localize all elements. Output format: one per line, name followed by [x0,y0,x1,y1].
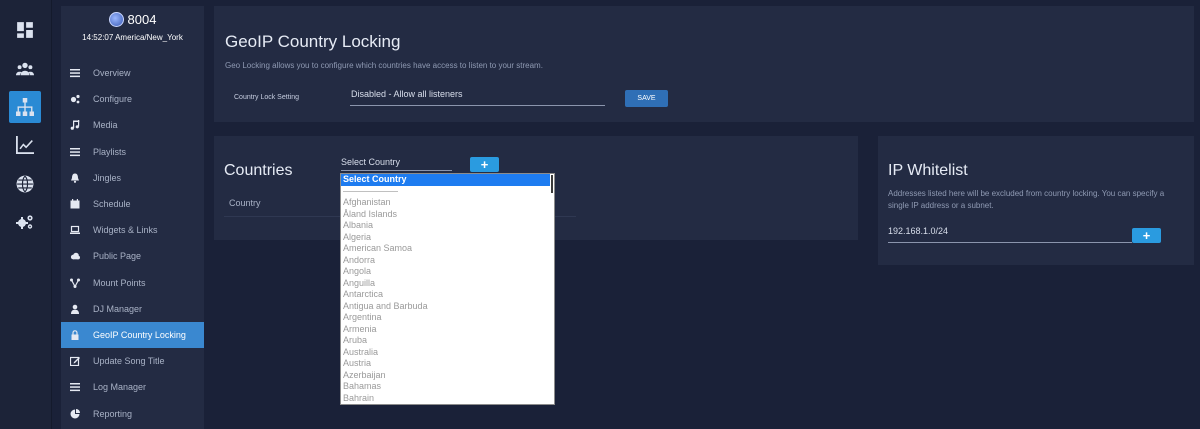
sidebar-item-label: Mount Points [93,277,146,288]
icon-rail [0,0,52,429]
country-dropdown-list[interactable]: Select Country Afghanistan Åland Islands… [340,173,555,405]
sidebar-item-label: Reporting [93,408,133,419]
sidebar-item-label: Jingles [93,172,122,183]
users-icon[interactable] [9,53,41,85]
station-header: 8004 14:52:07 America/New_York [61,12,204,42]
sidebar-item-geoip-country-locking[interactable]: GeoIP Country Locking [61,321,204,349]
sidebar-item-reporting[interactable]: Reporting [61,400,204,426]
sidebar-item-configure[interactable]: Configure [61,86,204,112]
sidebar-item-label: Widgets & Links [93,225,158,236]
geoip-settings-panel: GeoIP Country Locking Geo Locking allows… [214,6,1194,122]
country-column-header: Country [229,198,261,208]
ip-address-input[interactable]: 192.168.1.0/24 [888,226,1132,243]
list-icon [70,382,80,392]
dropdown-option[interactable]: Åland Islands [341,209,554,221]
countries-title: Countries [224,162,293,179]
user-icon [70,304,80,314]
edit-icon [70,356,80,367]
sidebar-item-mount-points[interactable]: Mount Points [61,270,204,296]
sidebar-item-playlists[interactable]: Playlists [61,139,204,165]
sidebar-item-media[interactable]: Media [61,112,204,138]
sidebar-item-label: Overview [93,68,131,79]
save-button[interactable]: SAVE [625,90,668,107]
list-icon [70,68,80,78]
dropdown-option[interactable]: Australia [341,347,554,359]
country-lock-setting-select[interactable]: Disabled - Allow all listeners [350,89,605,106]
sidebar-item-schedule[interactable]: Schedule [61,191,204,217]
page-description: Geo Locking allows you to configure whic… [225,61,543,70]
dropdown-option-selected[interactable]: Select Country [341,174,550,186]
sidebar: 8004 14:52:07 America/New_York Overview … [61,6,204,429]
add-country-button[interactable]: + [470,157,499,172]
ip-whitelist-description: Addresses listed here will be excluded f… [888,189,1165,210]
dropdown-option[interactable]: Algeria [341,232,554,244]
sidebar-item-log-manager[interactable]: Log Manager [61,374,204,400]
dropdown-option[interactable]: Afghanistan [341,197,554,209]
globe-icon[interactable] [9,168,41,200]
ip-whitelist-title: IP Whitelist [888,162,968,179]
sidebar-item-label: GeoIP Country Locking [93,329,186,340]
laptop-icon [70,225,80,235]
lock-icon [70,330,80,340]
dashboard-icon[interactable] [9,14,41,46]
sidebar-item-overview[interactable]: Overview [61,60,204,86]
country-lock-setting-label: Country Lock Setting [234,94,299,101]
sidebar-item-label: Schedule [93,199,131,210]
sidebar-item-widgets-links[interactable]: Widgets & Links [61,217,204,243]
music-icon [70,120,80,131]
ip-whitelist-panel: IP Whitelist Addresses listed here will … [878,136,1194,265]
sidebar-item-label: Update Song Title [93,356,165,367]
station-time: 14:52:07 America/New_York [82,33,183,42]
cloud-icon [70,251,80,261]
sidebar-item-public-page[interactable]: Public Page [61,243,204,269]
list-icon [70,147,80,157]
country-select[interactable]: Select Country [341,157,400,167]
add-ip-button[interactable]: + [1132,228,1161,243]
sidebar-item-update-song-title[interactable]: Update Song Title [61,348,204,374]
dropdown-option[interactable]: Bahrain [341,393,554,405]
cogs-icon[interactable] [9,206,41,238]
sidebar-item-dj-manager[interactable]: DJ Manager [61,296,204,322]
country-select-underline [341,170,452,171]
dropdown-option[interactable]: Azerbaijan [341,370,554,382]
sidebar-item-label: Playlists [93,146,127,157]
page-title: GeoIP Country Locking [225,32,401,51]
dropdown-option[interactable]: Albania [341,220,554,232]
dropdown-option[interactable]: Aruba [341,335,554,347]
dropdown-option[interactable]: Anguilla [341,278,554,290]
dropdown-option[interactable]: Bahamas [341,381,554,393]
sidebar-item-label: Configure [93,94,133,105]
calendar-icon [70,199,80,209]
sidebar-item-label: Log Manager [93,382,147,393]
bell-icon [70,173,80,183]
dropdown-option[interactable]: Armenia [341,324,554,336]
sidebar-item-jingles[interactable]: Jingles [61,165,204,191]
sitemap-icon [70,278,80,288]
dropdown-option[interactable]: Austria [341,358,554,370]
cogs-icon [70,94,80,104]
sidebar-nav: Overview Configure Media Playlists Jingl… [61,60,204,427]
station-logo-icon [108,12,124,27]
dropdown-separator [341,186,554,198]
dropdown-option[interactable]: Angola [341,266,554,278]
dropdown-option[interactable]: Andorra [341,255,554,267]
sidebar-item-label: DJ Manager [93,303,143,314]
sidebar-item-label: Public Page [93,251,142,262]
sitemap-icon[interactable] [9,91,41,123]
dropdown-option[interactable]: Antigua and Barbuda [341,301,554,313]
dropdown-option[interactable]: Argentina [341,312,554,324]
chart-icon[interactable] [9,129,41,161]
station-name: 8004 [127,12,157,27]
sidebar-item-label: Media [93,120,118,131]
pie-icon [70,408,80,419]
dropdown-option[interactable]: Antarctica [341,289,554,301]
dropdown-option[interactable]: American Samoa [341,243,554,255]
